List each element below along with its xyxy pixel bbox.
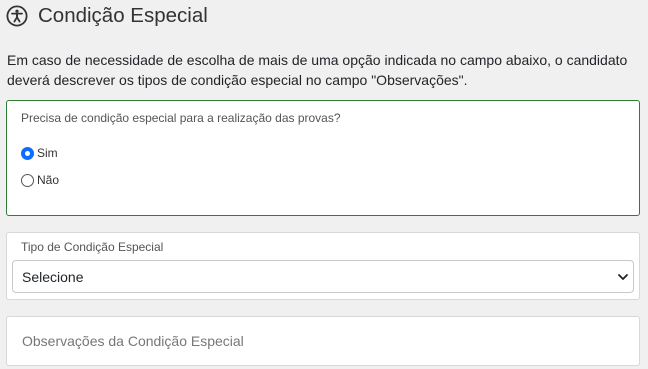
radio-sim[interactable] xyxy=(21,146,34,160)
radio-nao[interactable] xyxy=(21,173,34,187)
option-sim[interactable]: Sim xyxy=(21,146,58,160)
page-title: Condição Especial xyxy=(38,4,208,27)
option-sim-label: Sim xyxy=(37,146,58,160)
observations-placeholder: Observações da Condição Especial xyxy=(22,333,244,349)
section-header: Condição Especial xyxy=(6,4,208,28)
special-condition-question-card: Precisa de condição especial para a real… xyxy=(6,100,640,216)
chevron-down-icon xyxy=(618,274,628,280)
condition-type-select[interactable]: Selecione xyxy=(12,260,634,293)
condition-type-label: Tipo de Condição Especial xyxy=(21,240,164,254)
condition-type-card: Tipo de Condição Especial Selecione xyxy=(6,232,640,300)
question-label: Precisa de condição especial para a real… xyxy=(21,111,341,125)
intro-text: Em caso de necessidade de escolha de mai… xyxy=(7,52,628,88)
accessibility-icon xyxy=(6,5,28,27)
option-nao-label: Não xyxy=(37,173,60,187)
option-nao[interactable]: Não xyxy=(21,173,59,187)
observations-field[interactable]: Observações da Condição Especial xyxy=(6,316,640,366)
condition-type-value: Selecione xyxy=(22,268,84,285)
